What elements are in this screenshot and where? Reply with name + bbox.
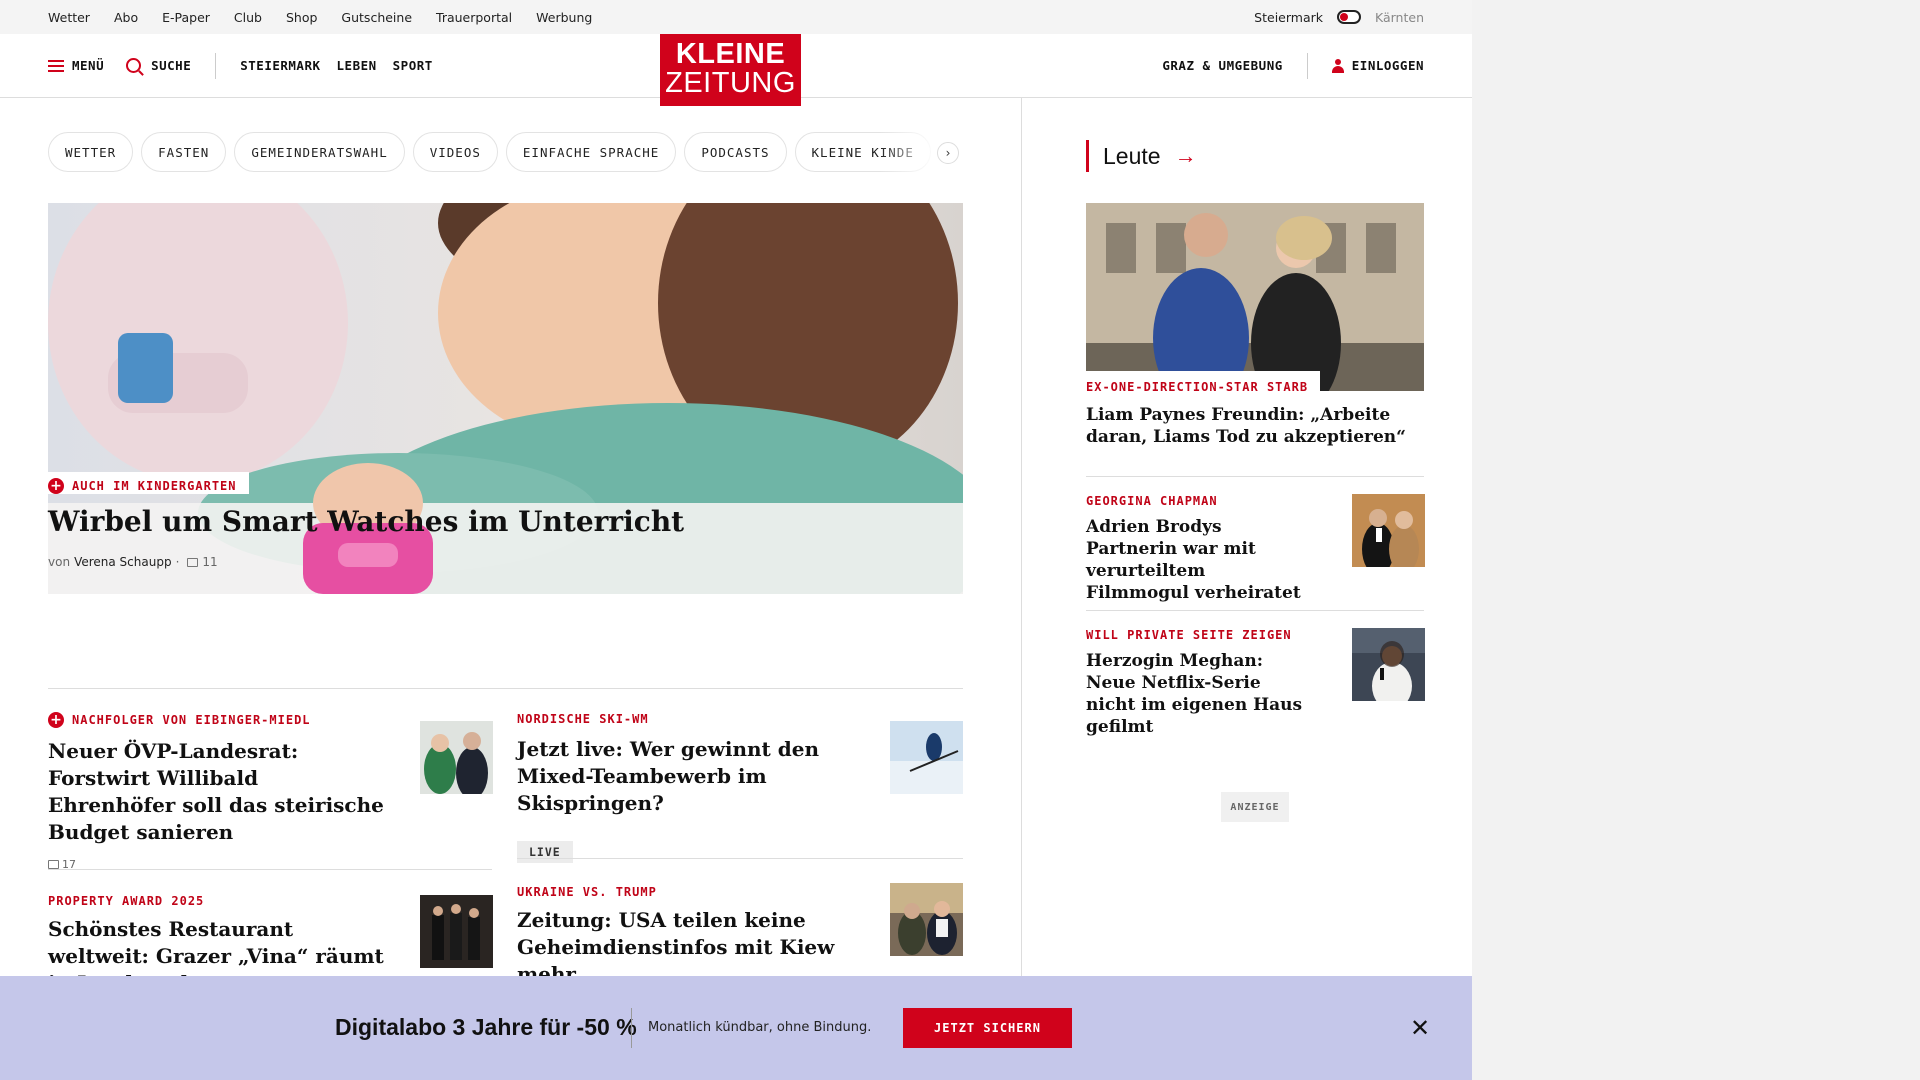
chip-podcasts[interactable]: PODCASTS bbox=[684, 132, 787, 172]
region-steiermark[interactable]: Steiermark bbox=[1254, 10, 1323, 25]
article-thumbnail[interactable] bbox=[420, 895, 493, 968]
arrow-right-icon: → bbox=[1174, 143, 1197, 168]
viewport-background bbox=[1472, 0, 1920, 1080]
nav-sport[interactable]: SPORT bbox=[393, 58, 433, 73]
main-column: WETTER FASTEN GEMEINDERATSWAHL VIDEOS EI… bbox=[0, 98, 1022, 1080]
region-switch: Steiermark Kärnten bbox=[1254, 10, 1424, 25]
service-links: Wetter Abo E-Paper Club Shop Gutscheine … bbox=[48, 10, 592, 25]
person-icon bbox=[1331, 58, 1344, 73]
kleine-zeitung-logo[interactable]: KLEINE ZEITUNG bbox=[660, 34, 801, 106]
promo-title: Digitalabo 3 Jahre für -50 % bbox=[335, 1014, 637, 1040]
service-link-trauerportal[interactable]: Trauerportal bbox=[436, 10, 512, 25]
article-headline[interactable]: Jetzt live: Wer gewinnt den Mixed-Teambe… bbox=[517, 736, 877, 817]
search-button[interactable]: SUCHE bbox=[126, 58, 191, 73]
header-divider bbox=[215, 52, 217, 79]
article-headline[interactable]: Adrien Brodys Partnerin war mit verurtei… bbox=[1086, 516, 1306, 604]
search-label: SUCHE bbox=[151, 58, 192, 73]
article-card[interactable]: WILL PRIVATE SEITE ZEIGEN Herzogin Megha… bbox=[1086, 628, 1306, 738]
header-divider bbox=[1306, 52, 1308, 79]
article-kicker: PROPERTY AWARD 2025 bbox=[48, 894, 205, 908]
comment-icon bbox=[187, 557, 199, 567]
plus-icon: + bbox=[48, 712, 64, 728]
comment-count[interactable]: 11 bbox=[202, 555, 217, 569]
service-link-werbung[interactable]: Werbung bbox=[536, 10, 592, 25]
feature-kicker-box: EX-ONE-DIRECTION-STAR STARB bbox=[1086, 371, 1321, 395]
service-bar: Wetter Abo E-Paper Club Shop Gutscheine … bbox=[0, 0, 1472, 34]
service-link-gutscheine[interactable]: Gutscheine bbox=[341, 10, 412, 25]
divider bbox=[1086, 610, 1424, 611]
chips-fade bbox=[880, 132, 940, 172]
chips-next-button[interactable]: › bbox=[937, 142, 959, 164]
search-icon bbox=[126, 58, 142, 73]
menu-label: MENÜ bbox=[72, 58, 105, 73]
article-thumbnail[interactable] bbox=[890, 883, 963, 956]
live-badge: LIVE bbox=[517, 841, 573, 863]
chip-wetter[interactable]: WETTER bbox=[48, 132, 134, 172]
article-kicker: UKRAINE VS. TRUMP bbox=[517, 885, 657, 899]
article-card[interactable]: + NACHFOLGER VON EIBINGER-MIEDL Neuer ÖV… bbox=[48, 712, 388, 871]
service-link-shop[interactable]: Shop bbox=[286, 10, 317, 25]
article-kicker: NORDISCHE SKI-WM bbox=[517, 712, 649, 726]
subscription-banner: Digitalabo 3 Jahre für -50 % Monatlich k… bbox=[0, 976, 1472, 1080]
service-link-wetter[interactable]: Wetter bbox=[48, 10, 90, 25]
chip-videos[interactable]: VIDEOS bbox=[412, 132, 498, 172]
article-headline[interactable]: Liam Paynes Freundin: „Arbeite daran, Li… bbox=[1086, 404, 1406, 448]
comment-icon bbox=[48, 860, 59, 869]
section-marker bbox=[1086, 140, 1089, 172]
article-headline[interactable]: Herzogin Meghan: Neue Netflix-Serie nich… bbox=[1086, 650, 1306, 738]
region-link-graz[interactable]: GRAZ & UMGEBUNG bbox=[1162, 58, 1282, 73]
nav-leben[interactable]: LEBEN bbox=[337, 58, 377, 73]
divider bbox=[517, 858, 963, 859]
service-link-epaper[interactable]: E-Paper bbox=[162, 10, 210, 25]
divider bbox=[1086, 476, 1424, 477]
section-title: Leute bbox=[1103, 142, 1161, 169]
article-card[interactable]: NORDISCHE SKI-WM Jetzt live: Wer gewinnt… bbox=[517, 712, 877, 863]
nav-steiermark[interactable]: STEIERMARK bbox=[240, 58, 320, 73]
subscribe-button[interactable]: JETZT SICHERN bbox=[903, 1008, 1072, 1048]
article-thumbnail[interactable] bbox=[420, 721, 493, 794]
article-card[interactable]: UKRAINE VS. TRUMP Zeitung: USA teilen ke… bbox=[517, 885, 877, 988]
menu-button[interactable]: MENÜ bbox=[48, 58, 104, 73]
divider bbox=[48, 869, 492, 870]
plus-icon: + bbox=[48, 478, 64, 494]
author-name[interactable]: Verena Schaupp bbox=[74, 555, 172, 569]
header-right: GRAZ & UMGEBUNG EINLOGGEN bbox=[1162, 52, 1424, 79]
header-left: MENÜ SUCHE STEIERMARK LEBEN SPORT bbox=[48, 52, 433, 79]
promo-subtitle: Monatlich kündbar, ohne Bindung. bbox=[648, 1020, 872, 1035]
service-link-club[interactable]: Club bbox=[234, 10, 262, 25]
promo-divider bbox=[631, 1008, 632, 1048]
topic-chips: WETTER FASTEN GEMEINDERATSWAHL VIDEOS EI… bbox=[48, 132, 964, 172]
article-thumbnail[interactable] bbox=[890, 721, 963, 794]
login-button[interactable]: EINLOGGEN bbox=[1331, 58, 1424, 73]
article-kicker: NACHFOLGER VON EIBINGER-MIEDL bbox=[72, 713, 311, 727]
chevron-right-icon: › bbox=[945, 146, 951, 160]
article-kicker: WILL PRIVATE SEITE ZEIGEN bbox=[1086, 628, 1292, 642]
article-headline[interactable]: Neuer ÖVP-Landesrat: Forstwirt Willibald… bbox=[48, 738, 388, 846]
divider bbox=[48, 688, 963, 689]
article-kicker: GEORGINA CHAPMAN bbox=[1086, 494, 1218, 508]
hero-kicker: + AUCH IM KINDERGARTEN bbox=[48, 472, 249, 494]
main-header: MENÜ SUCHE STEIERMARK LEBEN SPORT KLEINE… bbox=[0, 34, 1472, 106]
hero-headline[interactable]: Wirbel um Smart Watches im Unterricht bbox=[48, 505, 684, 538]
service-link-abo[interactable]: Abo bbox=[114, 10, 138, 25]
chip-fasten[interactable]: FASTEN bbox=[141, 132, 227, 172]
article-thumbnail[interactable] bbox=[1352, 494, 1425, 567]
region-toggle[interactable] bbox=[1337, 10, 1361, 24]
ad-label: ANZEIGE bbox=[1221, 792, 1289, 822]
article-card[interactable]: GEORGINA CHAPMAN Adrien Brodys Partnerin… bbox=[1086, 494, 1306, 604]
article-thumbnail[interactable] bbox=[1352, 628, 1425, 701]
hamburger-icon bbox=[48, 59, 64, 72]
login-label: EINLOGGEN bbox=[1351, 58, 1424, 73]
page: Wetter Abo E-Paper Club Shop Gutscheine … bbox=[0, 0, 1472, 1080]
leute-feature-image[interactable] bbox=[1086, 203, 1424, 391]
region-kaernten[interactable]: Kärnten bbox=[1375, 10, 1424, 25]
section-link-leute[interactable]: Leute → bbox=[1086, 140, 1197, 172]
chip-einfache-sprache[interactable]: EINFACHE SPRACHE bbox=[505, 132, 677, 172]
article-kicker: EX-ONE-DIRECTION-STAR STARB bbox=[1086, 380, 1309, 394]
hero-byline: von Verena Schaupp · 11 bbox=[48, 555, 218, 569]
chip-gemeinderatswahl[interactable]: GEMEINDERATSWAHL bbox=[234, 132, 405, 172]
close-icon[interactable]: ✕ bbox=[1408, 1014, 1432, 1042]
